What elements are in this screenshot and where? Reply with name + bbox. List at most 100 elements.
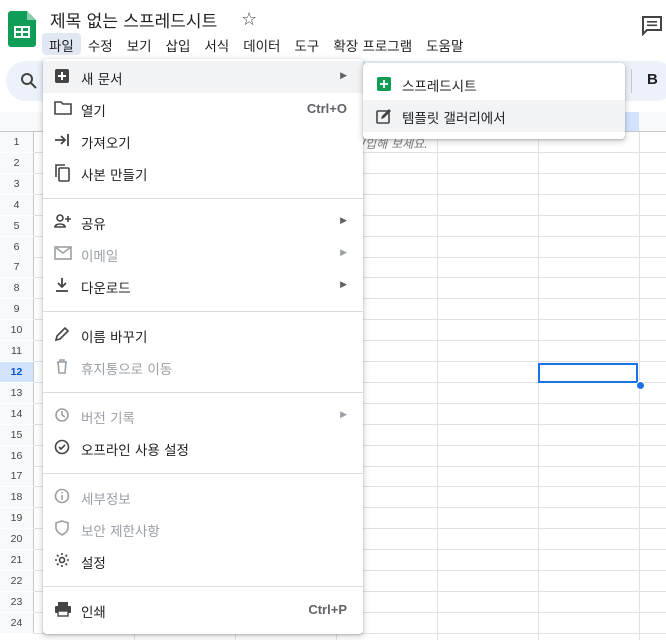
row-header[interactable]: 11 (0, 341, 34, 361)
submenu-item-label: 템플릿 갤러리에서 (402, 111, 506, 127)
search-menus-icon[interactable] (20, 72, 38, 94)
row-header[interactable]: 12 (0, 361, 34, 382)
column-line (437, 132, 438, 640)
menu-item-label: 보안 제한사항 (81, 524, 160, 540)
menu-divider (43, 311, 363, 312)
menu-item-offline[interactable]: 오프라인 사용 설정 (43, 432, 363, 464)
menu-item-settings[interactable]: 설정 (43, 545, 363, 577)
menu-item-open[interactable]: 열기 Ctrl+O (43, 93, 363, 125)
bold-button[interactable]: B (647, 71, 658, 88)
selected-cell[interactable] (538, 363, 638, 383)
fill-handle[interactable] (636, 381, 645, 390)
row-header[interactable]: 8 (0, 278, 34, 299)
row-header[interactable]: 5 (0, 215, 34, 236)
column-line (538, 132, 539, 640)
submenu-arrow-icon: ▶ (340, 410, 347, 420)
menu-item-label: 세부정보 (81, 492, 131, 508)
row-header[interactable]: 14 (0, 403, 34, 424)
menu-item-label: 휴지통으로 이동 (81, 362, 173, 378)
template-edit-icon (376, 108, 392, 124)
menu-item-label: 이메일 (81, 249, 119, 265)
menu-bar: 파일 수정 보기 삽입 서식 데이터 도구 확장 프로그램 도움말 (42, 33, 470, 55)
menu-data[interactable]: 데이터 (236, 33, 287, 55)
row-header[interactable]: 13 (0, 382, 34, 403)
submenu-arrow-icon: ▶ (340, 71, 347, 81)
person-add-icon (54, 213, 72, 231)
row-header[interactable]: 6 (0, 236, 34, 257)
star-icon[interactable]: ☆ (241, 9, 257, 30)
mail-icon (54, 245, 72, 263)
new-submenu: 스프레드시트 템플릿 갤러리에서 (363, 63, 625, 139)
submenu-arrow-icon: ▶ (340, 216, 347, 226)
row-header[interactable]: 15 (0, 424, 34, 445)
submenu-item-template-gallery[interactable]: 템플릿 갤러리에서 (363, 100, 625, 132)
row-header[interactable]: 17 (0, 466, 34, 487)
row-header[interactable]: 20 (0, 529, 34, 550)
offline-check-icon (54, 439, 72, 457)
row-header[interactable]: 10 (0, 320, 34, 341)
submenu-item-label: 스프레드시트 (402, 79, 477, 95)
menu-item-details[interactable]: 세부정보 (43, 481, 363, 513)
menu-item-email[interactable]: 이메일 ▶ (43, 238, 363, 270)
menu-extensions[interactable]: 확장 프로그램 (326, 33, 419, 55)
menu-item-security[interactable]: 보안 제한사항 (43, 513, 363, 545)
menu-item-import[interactable]: 가져오기 (43, 125, 363, 157)
shield-icon (54, 520, 72, 538)
row-header[interactable]: 1 (0, 132, 34, 152)
menu-tools[interactable]: 도구 (287, 33, 326, 55)
menu-item-label: 이름 바꾸기 (81, 330, 148, 346)
sheets-logo-icon[interactable] (8, 11, 36, 47)
download-icon (54, 277, 72, 295)
plus-square-icon (54, 68, 72, 86)
menu-file[interactable]: 파일 (42, 33, 81, 55)
row-header[interactable]: 16 (0, 445, 34, 466)
menu-item-label: 버전 기록 (81, 411, 135, 427)
submenu-item-spreadsheet[interactable]: 스프레드시트 (363, 68, 625, 100)
row-header[interactable]: 18 (0, 487, 34, 508)
row-header[interactable]: 3 (0, 173, 34, 194)
menu-item-trash[interactable]: 휴지통으로 이동 (43, 351, 363, 383)
copy-icon (54, 164, 72, 182)
toolbar-divider (631, 69, 632, 93)
menu-view[interactable]: 보기 (120, 33, 159, 55)
menu-edit[interactable]: 수정 (81, 33, 120, 55)
menu-item-rename[interactable]: 이름 바꾸기 (43, 319, 363, 351)
row-header[interactable]: 23 (0, 591, 34, 612)
row-header[interactable]: 7 (0, 257, 34, 278)
row-header[interactable]: 24 (0, 612, 34, 633)
menu-item-label: 새 문서 (81, 72, 123, 88)
import-icon (54, 132, 72, 150)
menu-item-new[interactable]: 새 문서 ▶ (43, 61, 363, 93)
info-icon (54, 488, 72, 506)
menu-item-label: 열기 (81, 104, 106, 120)
row-header[interactable]: 9 (0, 299, 34, 320)
menu-insert[interactable]: 삽입 (159, 33, 198, 55)
row-header[interactable]: 2 (0, 152, 34, 173)
file-menu: 새 문서 ▶ 열기 Ctrl+O 가져오기 사본 만들기 공유 ▶ 이메일 ▶ (43, 59, 363, 634)
menu-divider (43, 392, 363, 393)
menu-item-label: 사본 만들기 (81, 168, 148, 184)
folder-icon (54, 100, 72, 118)
row-header[interactable]: 4 (0, 194, 34, 215)
menu-item-label: 다운로드 (81, 281, 131, 297)
menu-item-label: 가져오기 (81, 136, 131, 152)
menu-item-print[interactable]: 인쇄 Ctrl+P (43, 594, 363, 626)
menu-format[interactable]: 서식 (197, 33, 236, 55)
row-header[interactable]: 22 (0, 570, 34, 591)
row-header[interactable]: 19 (0, 508, 34, 529)
shortcut-label: Ctrl+P (308, 602, 347, 617)
row-header[interactable]: 21 (0, 550, 34, 570)
menu-help[interactable]: 도움말 (419, 33, 470, 55)
menu-item-label: 오프라인 사용 설정 (81, 443, 189, 459)
submenu-arrow-icon: ▶ (340, 280, 347, 290)
document-title[interactable]: 제목 없는 스프레드시트 (50, 7, 217, 32)
history-icon (54, 407, 72, 425)
gear-icon (54, 552, 72, 570)
menu-item-share[interactable]: 공유 ▶ (43, 206, 363, 238)
menu-item-label: 인쇄 (81, 605, 106, 621)
menu-item-make-copy[interactable]: 사본 만들기 (43, 157, 363, 189)
menu-item-version-history[interactable]: 버전 기록 ▶ (43, 400, 363, 432)
menu-item-label: 설정 (81, 556, 106, 572)
comment-icon[interactable] (641, 14, 663, 40)
menu-item-download[interactable]: 다운로드 ▶ (43, 270, 363, 302)
